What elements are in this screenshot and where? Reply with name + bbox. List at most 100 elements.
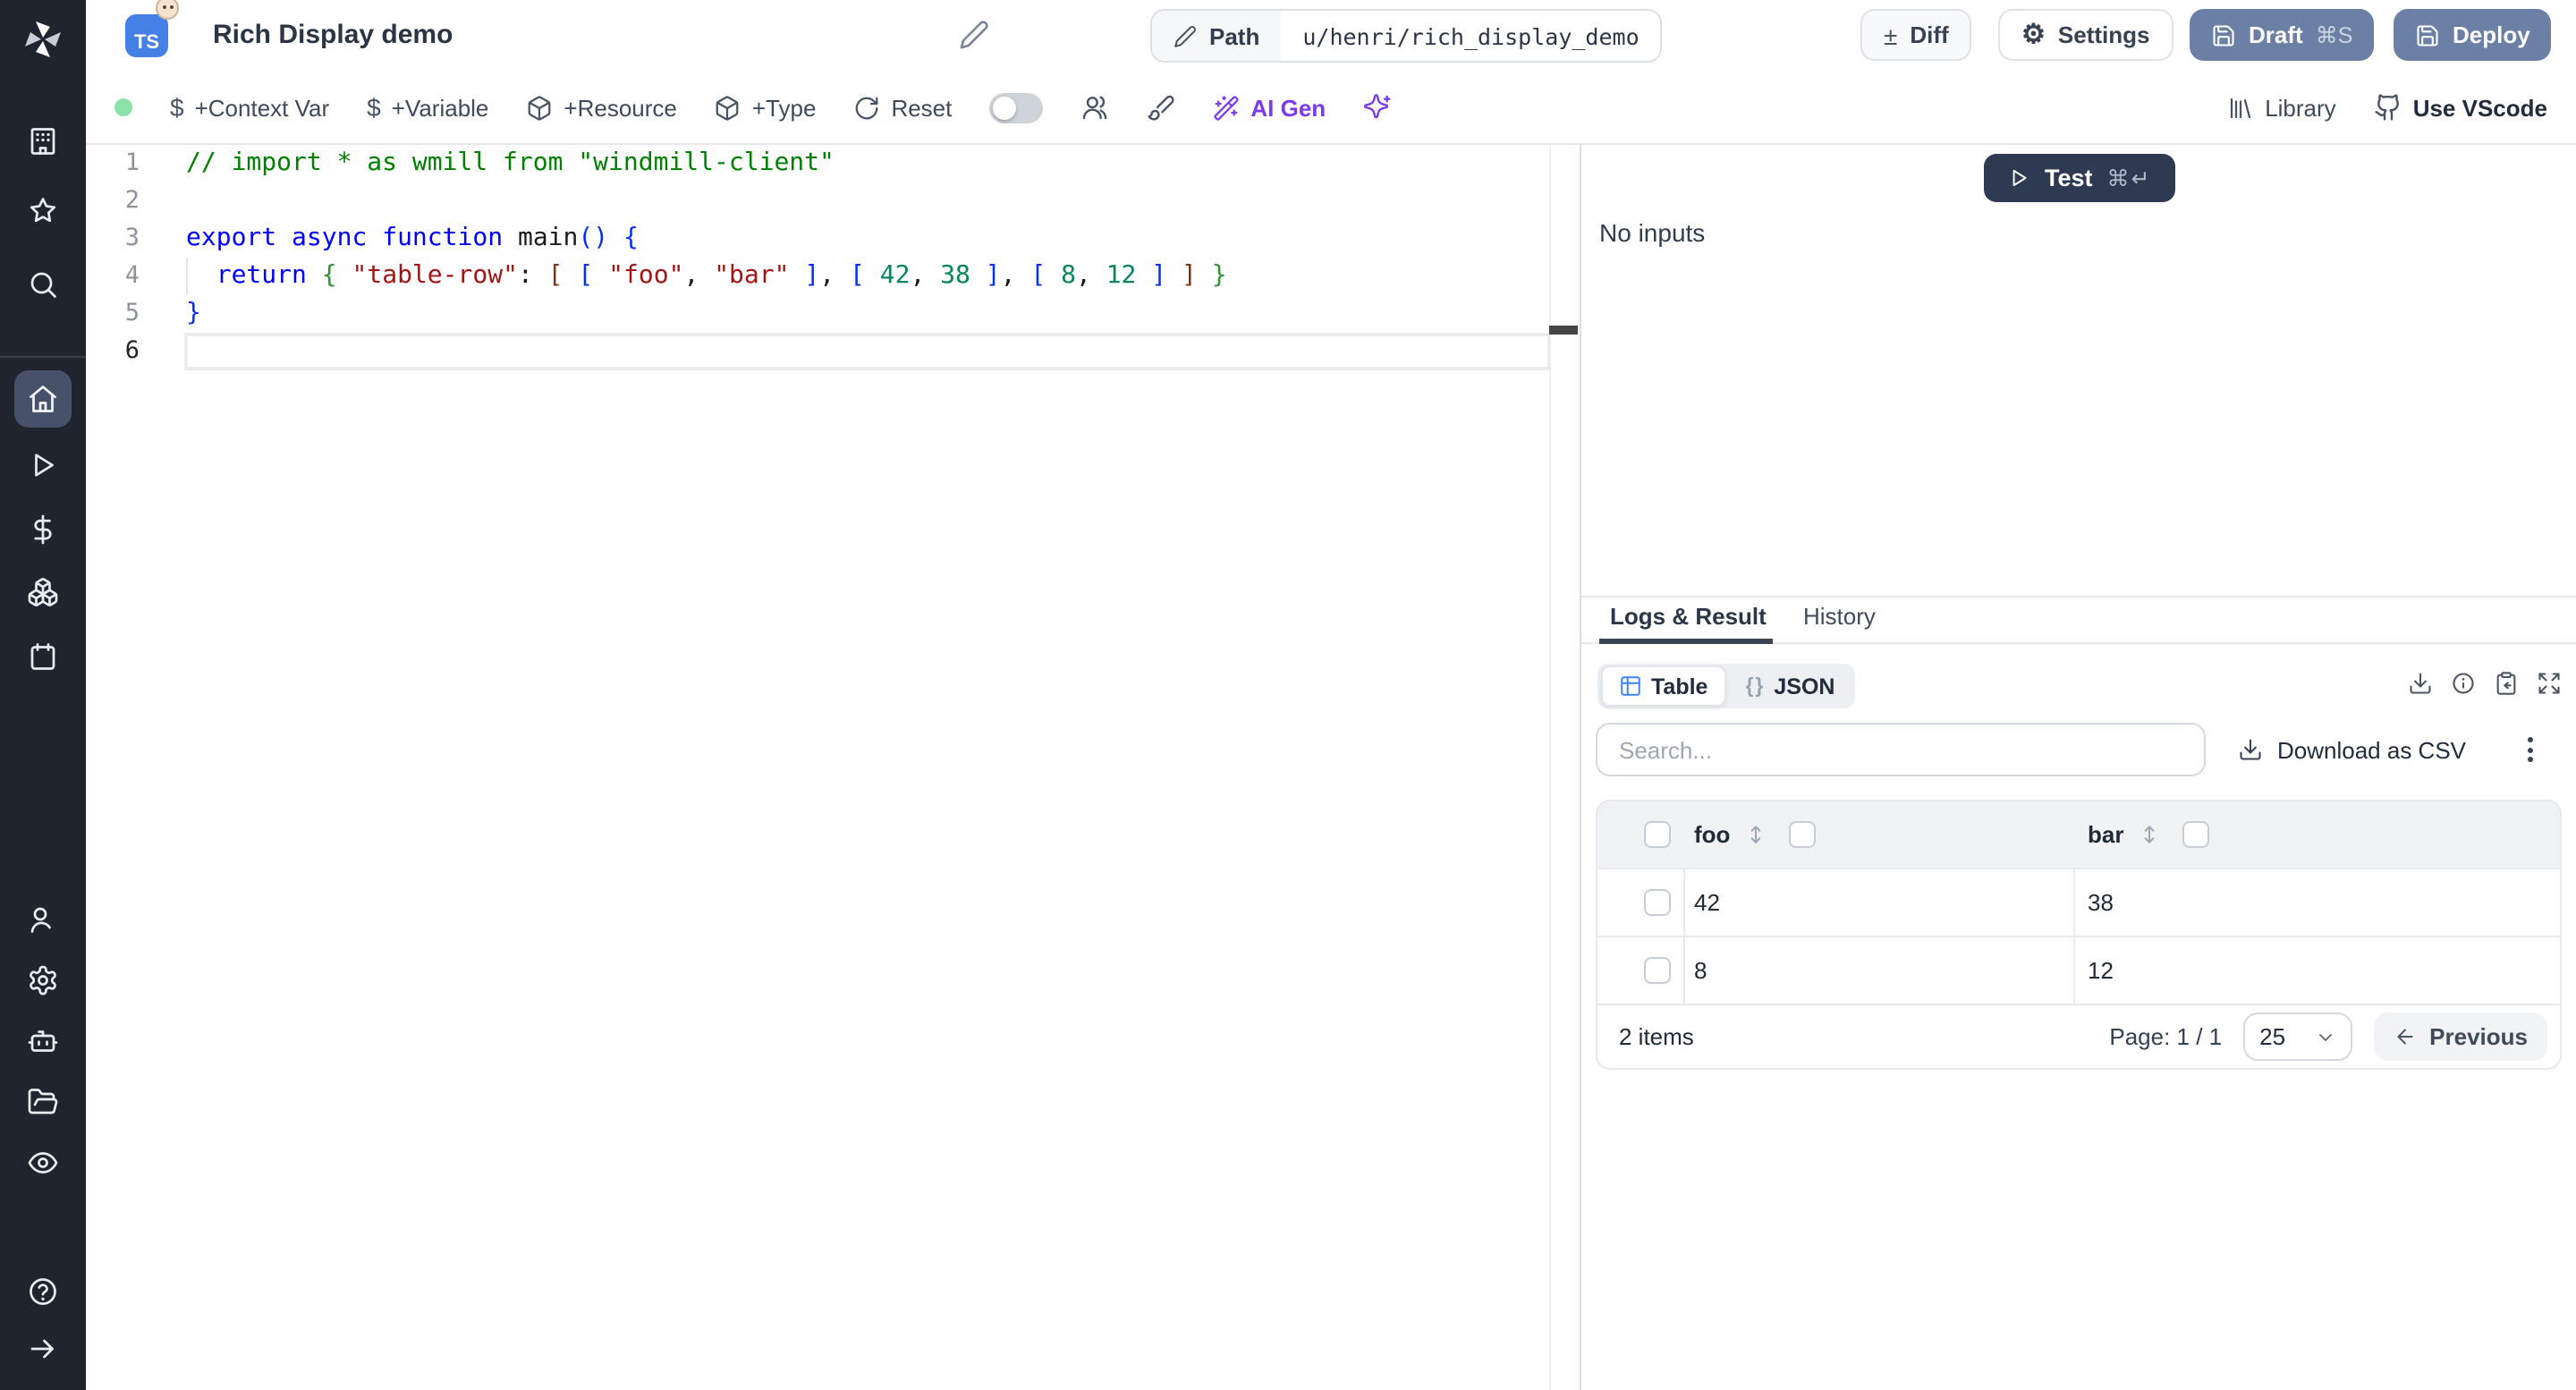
column-checkbox[interactable] xyxy=(1789,821,1816,848)
script-emoji xyxy=(156,0,179,20)
test-button[interactable]: Test ⌘↵ xyxy=(1984,154,2175,202)
folder-open-icon[interactable] xyxy=(27,1086,59,1118)
draft-label: Draft xyxy=(2249,21,2303,48)
save-icon xyxy=(2213,24,2234,46)
table-icon xyxy=(1621,676,1640,696)
editor-gutter[interactable]: 1 2 3 4 5 6 xyxy=(86,145,186,370)
add-variable-button[interactable]: $ +Variable xyxy=(367,94,488,121)
table-row: 42 38 xyxy=(1597,868,2560,936)
ai-gen-button[interactable]: AI Gen xyxy=(1213,94,1326,121)
edit-summary-pencil-icon[interactable] xyxy=(959,20,989,50)
draft-button[interactable]: Draft ⌘S xyxy=(2190,9,2375,61)
active-tab-underline xyxy=(1599,639,1773,644)
view-table-button[interactable]: Table xyxy=(1601,665,1726,707)
settings-label: Settings xyxy=(2057,21,2150,48)
select-all-checkbox[interactable] xyxy=(1644,821,1671,848)
path-control[interactable]: Path u/henri/rich_display_demo xyxy=(1150,9,1663,63)
gear-icon[interactable] xyxy=(27,964,59,996)
use-vscode-button[interactable]: Use VScode xyxy=(2374,93,2547,122)
tab-logs-result[interactable]: Logs & Result xyxy=(1610,596,1767,642)
code-line[interactable]: return { "table-row": [ [ "foo", "bar" ]… xyxy=(186,258,1551,295)
brush-icon[interactable] xyxy=(1147,93,1175,122)
previous-page-button[interactable]: Previous xyxy=(2374,1013,2547,1061)
info-icon[interactable] xyxy=(2451,671,2476,696)
typescript-badge: TS xyxy=(125,14,168,57)
windmill-app: TS Rich Display demo Path u/henri/rich_d… xyxy=(0,0,2576,1390)
diff-icon: ± xyxy=(1884,21,1898,49)
result-table-rows: 42 38 8 12 xyxy=(1597,868,2560,1004)
diff-label: Diff xyxy=(1910,21,1949,48)
result-view-toggle: Table {} JSON xyxy=(1597,664,1855,708)
download-csv-button[interactable]: Download as CSV xyxy=(2238,723,2466,776)
windmill-logo[interactable] xyxy=(21,18,64,61)
page-size-select[interactable]: 25 xyxy=(2243,1013,2353,1061)
sort-icon[interactable] xyxy=(2138,823,2161,846)
tab-history[interactable]: History xyxy=(1803,596,1876,642)
code-line[interactable]: } xyxy=(186,295,1551,333)
runs-play-icon[interactable] xyxy=(27,449,59,481)
sort-icon[interactable] xyxy=(1744,823,1767,846)
variables-dollar-icon[interactable] xyxy=(27,513,59,546)
users-icon[interactable] xyxy=(1080,93,1109,122)
search-icon[interactable] xyxy=(27,268,59,301)
download-icon[interactable] xyxy=(2408,671,2433,696)
download-icon xyxy=(2240,739,2261,760)
sidebar xyxy=(0,0,86,1390)
more-options-kebab[interactable] xyxy=(2524,733,2537,766)
no-inputs-text: No inputs xyxy=(1599,218,1706,247)
building-icon[interactable] xyxy=(27,125,59,157)
user-icon[interactable] xyxy=(27,903,59,936)
pencil-icon xyxy=(1174,25,1196,47)
view-json-button[interactable]: {} JSON xyxy=(1729,667,1851,705)
play-icon xyxy=(2012,169,2027,187)
reset-button[interactable]: Reset xyxy=(853,94,952,121)
row-checkbox[interactable] xyxy=(1644,957,1671,984)
code-line[interactable]: export async function main() { xyxy=(186,220,1551,258)
add-context-var-label: +Context Var xyxy=(194,94,330,121)
gear-icon: ⚙ xyxy=(2021,20,2046,50)
deploy-button[interactable]: Deploy xyxy=(2394,9,2552,61)
diff-button[interactable]: ± Diff xyxy=(1860,9,1972,61)
add-type-label: +Type xyxy=(751,94,817,121)
add-type-button[interactable]: +Type xyxy=(715,94,817,121)
add-context-var-button[interactable]: $ +Context Var xyxy=(170,94,329,121)
code-line[interactable] xyxy=(186,333,1551,370)
home-icon xyxy=(30,386,56,412)
editor-code[interactable]: // import * as wmill from "windmill-clie… xyxy=(186,145,1551,370)
settings-button[interactable]: ⚙ Settings xyxy=(1998,9,2174,61)
github-icon xyxy=(2375,94,2399,121)
row-checkbox[interactable] xyxy=(1644,889,1671,916)
robot-icon[interactable] xyxy=(27,1025,59,1057)
library-button[interactable]: Library xyxy=(2227,94,2336,121)
path-edit-button[interactable]: Path xyxy=(1152,11,1282,61)
arrow-right-icon[interactable] xyxy=(27,1333,59,1365)
path-value: u/henri/rich_display_demo xyxy=(1281,11,1661,61)
previous-label: Previous xyxy=(2429,1023,2528,1050)
add-resource-button[interactable]: +Resource xyxy=(526,94,677,121)
diff-mode-toggle[interactable] xyxy=(989,92,1044,123)
help-icon[interactable] xyxy=(27,1276,59,1308)
clipboard-copy-icon[interactable] xyxy=(2494,671,2519,696)
sparkles-icon[interactable] xyxy=(1363,93,1392,122)
sidebar-divider xyxy=(0,356,86,358)
code-line[interactable]: // import * as wmill from "windmill-clie… xyxy=(186,145,1551,182)
schedules-calendar-icon[interactable] xyxy=(27,640,59,673)
table-cell: 38 xyxy=(2088,889,2114,916)
column-header-foo[interactable]: foo xyxy=(1694,801,1730,868)
column-header-bar[interactable]: bar xyxy=(2088,801,2123,868)
expand-icon[interactable] xyxy=(2537,671,2562,696)
test-label: Test xyxy=(2045,165,2093,191)
search-input[interactable] xyxy=(1596,723,2206,776)
eye-icon[interactable] xyxy=(27,1147,59,1179)
star-icon[interactable] xyxy=(27,195,59,227)
code-line[interactable] xyxy=(186,182,1551,220)
table-footer: 2 items Page: 1 / 1 25 Previous xyxy=(1597,1004,2560,1068)
resources-boxes-icon[interactable] xyxy=(27,576,59,608)
deploy-label: Deploy xyxy=(2453,21,2530,48)
editor-toolbar: $ +Context Var $ +Variable +Resource +Ty… xyxy=(86,72,2576,145)
code-editor[interactable]: 1 2 3 4 5 6 // import * as wmill from "windmi… xyxy=(86,145,1580,1390)
column-checkbox[interactable] xyxy=(2182,821,2209,848)
sidebar-item-home[interactable] xyxy=(14,370,72,428)
overview-ruler-cursor-mark xyxy=(1549,326,1578,335)
json-braces-icon: {} xyxy=(1745,675,1766,697)
